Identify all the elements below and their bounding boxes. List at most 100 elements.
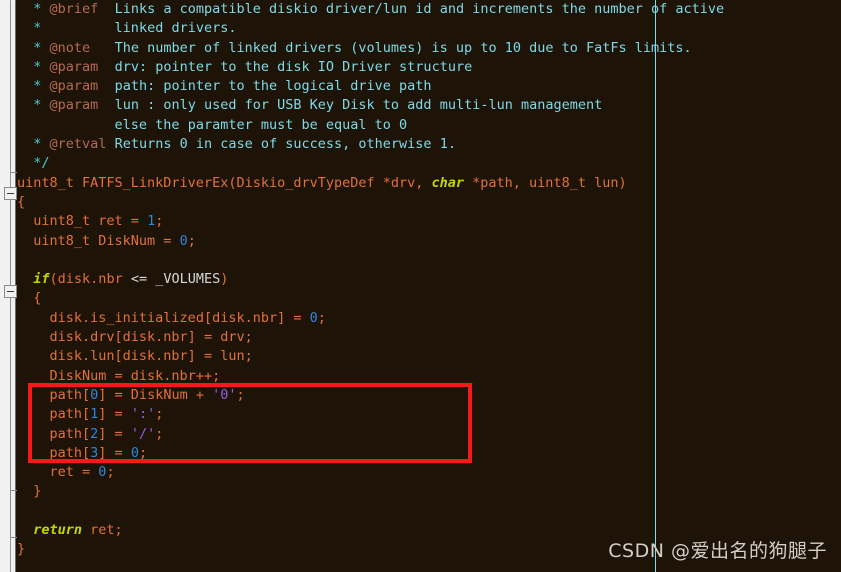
fold-foot-if-body [10, 490, 17, 491]
code-token: ; [138, 444, 148, 461]
code-token: linked drivers. [41, 20, 237, 37]
fold-bar-if-body [10, 298, 11, 490]
fold-foot-function-body [10, 537, 17, 538]
code-token: @param [49, 78, 99, 95]
code-token: The number of linked drivers (volumes) i… [90, 39, 692, 56]
code-line: disk.drv[disk.nbr] = drv; [16, 328, 841, 347]
code-line: } [16, 482, 841, 501]
code-token: ( [49, 271, 58, 288]
code-token: ) [220, 271, 229, 288]
code-line: * @param path: pointer to the logical dr… [16, 77, 841, 96]
code-line: path[3] = 0; [16, 444, 841, 463]
fold-toggle-function-body[interactable] [4, 187, 17, 200]
code-line: else the paramter must be equal to 0 [16, 116, 841, 135]
code-line: { [16, 289, 841, 308]
code-token: } [17, 541, 26, 558]
code-token: ; [236, 386, 245, 403]
code-token: path[ [49, 406, 91, 423]
code-token: ] = [98, 406, 131, 423]
code-token: ; [106, 464, 115, 481]
code-token: disk.lun[disk.nbr] = lun; [49, 348, 253, 365]
code-token: lun : only used for USB Key Disk to add … [98, 97, 603, 114]
code-token: disk.is_initialized[disk.nbr] = [49, 309, 310, 326]
code-token: @retval [49, 136, 107, 153]
code-token: path: pointer to the logical drive path [98, 78, 432, 95]
code-line: * @note The number of linked drivers (vo… [16, 39, 841, 58]
code-line: * @brief Links a compatible diskio drive… [16, 0, 841, 19]
code-token: ; [317, 309, 326, 326]
code-line: * @param lun : only used for USB Key Dis… [16, 96, 841, 115]
code-token: ; [155, 406, 164, 423]
csdn-watermark: CSDN @爱出名的狗腿子 [608, 540, 827, 562]
code-token: path[ [49, 425, 91, 442]
code-token: '0' [212, 386, 237, 403]
code-token: <= [130, 271, 156, 288]
code-line: path[1] = ':'; [16, 405, 841, 424]
code-token: Returns 0 in case of success, otherwise … [106, 136, 456, 153]
code-line: */ [16, 154, 841, 173]
code-token: */ [33, 155, 50, 172]
code-token: else the paramter must be equal to 0 [33, 116, 408, 133]
code-token: ; [187, 232, 196, 249]
code-token: ] = [98, 444, 131, 461]
code-line: if(disk.nbr <= _VOLUMES) [16, 270, 841, 289]
code-token: ret = [49, 464, 99, 481]
source-code-text[interactable]: * @brief Links a compatible diskio drive… [16, 0, 841, 572]
code-line: ret = 0; [16, 463, 841, 482]
code-token: @brief [49, 1, 99, 17]
code-token: @param [49, 58, 99, 75]
code-editor-pane[interactable]: * @brief Links a compatible diskio drive… [0, 0, 841, 572]
code-line: { [16, 193, 841, 212]
code-token: '/' [130, 425, 156, 442]
code-token: DiskNum = disk.nbr++; [49, 367, 221, 384]
code-line: path[2] = '/'; [16, 425, 841, 444]
code-line: disk.is_initialized[disk.nbr] = 0; [16, 309, 841, 328]
code-token: 0 [179, 232, 188, 249]
code-token: uint8_t ret = [33, 213, 148, 230]
code-line: uint8_t FATFS_LinkDriverEx(Diskio_drvTyp… [16, 174, 841, 193]
code-line: uint8_t DiskNum = 0; [16, 232, 841, 251]
code-token: 0 [130, 444, 139, 461]
code-token: ret; [82, 522, 123, 539]
code-token: *path, uint8_t lun) [464, 174, 627, 191]
code-token: path[ [49, 386, 91, 403]
code-token: path[ [49, 444, 91, 461]
fold-bar-comment-block [10, 2, 11, 172]
code-line: disk.lun[disk.nbr] = lun; [16, 347, 841, 366]
code-token: _VOLUMES [155, 271, 221, 288]
code-token: ] = DiskNum + [98, 386, 213, 403]
code-token: ; [155, 213, 164, 230]
code-line: uint8_t ret = 1; [16, 212, 841, 231]
code-line: * @retval Returns 0 in case of success, … [16, 135, 841, 154]
code-token: @param [49, 97, 99, 114]
code-token: 1 [147, 213, 156, 230]
code-token: ] = [98, 425, 131, 442]
code-token: disk.nbr [57, 271, 131, 288]
code-token: uint8_t DiskNum = [33, 232, 180, 249]
code-token: 0 [309, 309, 318, 326]
code-token: } [33, 483, 42, 500]
code-token: Links a compatible diskio driver/lun id … [98, 1, 725, 17]
code-token: if [33, 271, 50, 288]
fold-foot-comment-block [10, 172, 17, 173]
fold-toggle-if-body[interactable] [4, 285, 17, 298]
code-line: * linked drivers. [16, 19, 841, 38]
code-token: ':' [130, 406, 156, 423]
code-line: DiskNum = disk.nbr++; [16, 367, 841, 386]
code-token: return [33, 522, 83, 539]
code-token: { [33, 290, 42, 307]
code-token: char [431, 174, 465, 191]
code-token: @note [49, 39, 91, 56]
code-token: disk.drv[disk.nbr] = drv; [49, 329, 253, 346]
code-token: { [17, 193, 26, 210]
column-ruler-guide [655, 0, 656, 572]
code-token: ; [155, 425, 164, 442]
code-line: * @param drv: pointer to the disk IO Dri… [16, 58, 841, 77]
